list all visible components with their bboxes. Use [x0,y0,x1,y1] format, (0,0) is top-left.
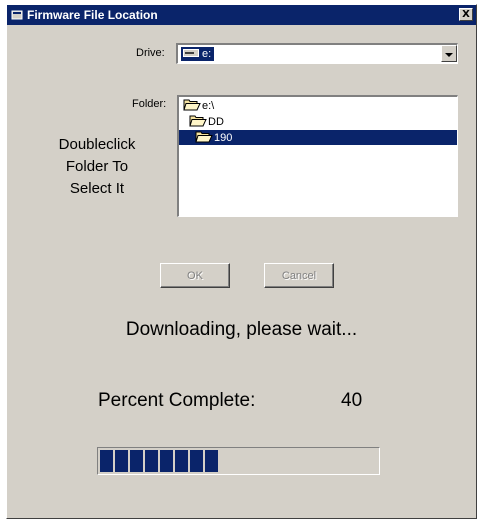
drive-dropdown[interactable]: e: [176,43,458,64]
app-icon [11,9,23,21]
open-folder-icon [195,130,213,146]
folder-item-label: e:\ [202,99,215,112]
close-button[interactable]: X [459,8,473,21]
drive-selected-value: e: [181,47,215,61]
progress-bar [97,447,380,475]
ok-button[interactable]: OK [160,263,230,288]
folder-item-root[interactable]: e:\ [179,98,457,113]
instruction-line-1: Doubleclick [58,136,136,153]
progress-bar-fill [100,450,218,472]
open-folder-icon [189,114,207,130]
folder-label: Folder: [132,98,167,110]
folder-item-label: 190 [214,131,233,144]
chevron-down-icon [445,45,453,63]
folder-item-190[interactable]: 190 [179,130,457,145]
drive-value-text: e: [202,48,212,60]
folder-item-label: DD [208,115,224,128]
percent-complete-value: 40 [341,390,363,411]
cancel-button[interactable]: Cancel [264,263,334,288]
title-bar[interactable]: Firmware File Location X [7,5,476,25]
instruction-text: Doubleclick Folder To Select It [37,134,157,200]
status-message: Downloading, please wait... [125,319,358,340]
dropdown-arrow-button[interactable] [441,45,457,62]
instruction-line-3: Select It [69,180,125,197]
window-title: Firmware File Location [27,8,158,22]
instruction-line-2: Folder To [65,158,129,175]
firmware-dialog: Firmware File Location X Drive: e: Folde… [6,4,477,519]
folder-item-dd[interactable]: DD [179,114,457,129]
close-icon: X [462,8,470,20]
drive-icon [183,48,199,61]
drive-label: Drive: [136,47,165,59]
open-folder-icon [183,98,201,114]
percent-complete-label: Percent Complete: [98,390,256,411]
folder-list[interactable]: e:\ DD 190 [177,95,458,217]
